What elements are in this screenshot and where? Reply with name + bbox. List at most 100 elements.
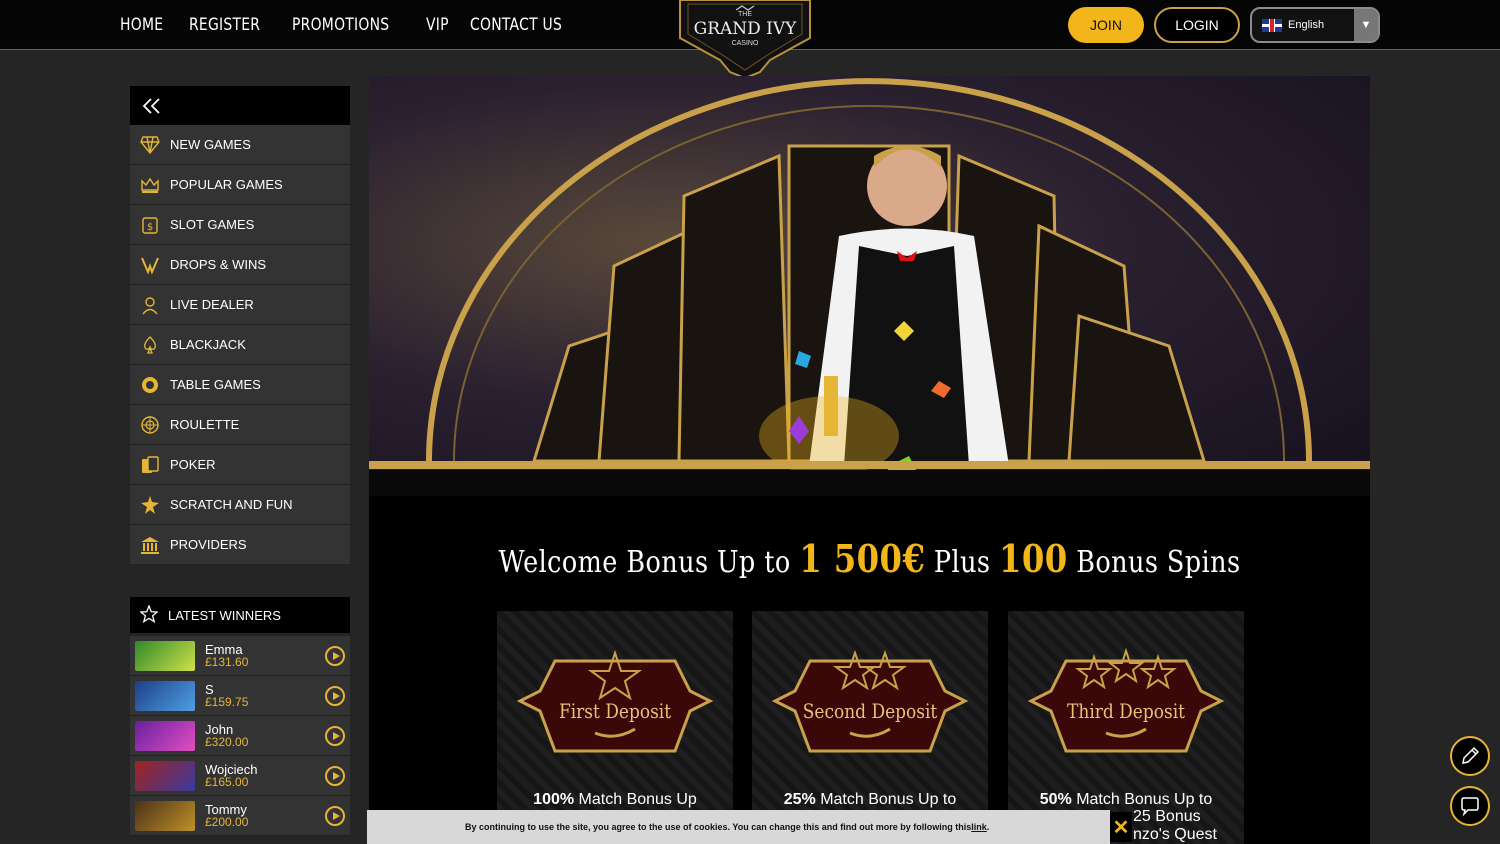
- winner-name: Wojciech: [205, 761, 258, 777]
- language-select[interactable]: English ▼: [1250, 7, 1380, 43]
- scratch-icon: [140, 495, 160, 515]
- feedback-button[interactable]: [1450, 736, 1490, 776]
- play-icon[interactable]: [325, 686, 345, 706]
- slot-machine-icon: $: [140, 215, 160, 235]
- cards-icon: [140, 455, 160, 475]
- live-chat-button[interactable]: [1450, 786, 1490, 826]
- deposit-percentage: 25%: [783, 791, 816, 808]
- winner-name: John: [205, 721, 234, 737]
- play-icon[interactable]: [325, 726, 345, 746]
- nav-register[interactable]: REGISTER: [189, 15, 260, 35]
- overlap-line-2: nzo's Quest: [1133, 826, 1217, 843]
- winner-row[interactable]: Wojciech £165.00: [130, 756, 350, 796]
- site-logo[interactable]: THE GRAND IVY CASINO: [670, 0, 820, 80]
- winner-amount: £200.00: [205, 814, 249, 829]
- sidebar-item-providers[interactable]: PROVIDERS: [130, 525, 350, 565]
- winner-name: Emma: [205, 641, 243, 657]
- game-thumbnail[interactable]: [135, 800, 195, 831]
- spade-icon: [140, 335, 160, 355]
- nav-vip[interactable]: VIP: [426, 15, 449, 35]
- bank-icon: [140, 535, 160, 555]
- game-thumbnail[interactable]: [135, 720, 195, 751]
- deposit-description: 50% Match Bonus Up to: [1008, 791, 1244, 809]
- play-icon[interactable]: [325, 766, 345, 786]
- sidebar-item-new-games[interactable]: NEW GAMES: [130, 125, 350, 165]
- sidebar-collapse-button[interactable]: [130, 86, 350, 125]
- bonus-suffix: Bonus Spins: [1076, 545, 1241, 580]
- top-navbar: HOME REGISTER PROMOTIONS VIP CONTACT US …: [0, 0, 1500, 80]
- nav-promotions[interactable]: PROMOTIONS: [292, 15, 389, 35]
- play-icon[interactable]: [325, 806, 345, 826]
- chevron-down-icon[interactable]: ▼: [1354, 9, 1378, 41]
- winner-row[interactable]: S £159.75: [130, 676, 350, 716]
- winner-amount: £320.00: [205, 734, 249, 749]
- game-thumbnail[interactable]: [135, 680, 195, 711]
- join-button[interactable]: JOIN: [1068, 7, 1144, 43]
- sidebar-item-label: PROVIDERS: [170, 537, 247, 552]
- cookie-close-button[interactable]: ✕: [1110, 812, 1132, 842]
- sidebar-item-drops-wins[interactable]: DROPS & WINS: [130, 245, 350, 285]
- sidebar-item-popular-games[interactable]: POPULAR GAMES: [130, 165, 350, 205]
- drops-icon: [140, 255, 160, 275]
- games-sidebar: NEW GAMES POPULAR GAMES $ SLOT GAMES DRO…: [130, 86, 350, 565]
- sidebar-item-label: LIVE DEALER: [170, 297, 254, 312]
- roulette-icon: [140, 415, 160, 435]
- winner-row[interactable]: John £320.00: [130, 716, 350, 756]
- winner-amount: £165.00: [205, 774, 249, 789]
- latest-winners-header: LATEST WINNERS: [130, 597, 350, 633]
- hero-banner-image[interactable]: [369, 76, 1370, 496]
- chip-icon: [140, 375, 160, 395]
- star-icon: [139, 603, 159, 626]
- winner-amount: £131.60: [205, 654, 249, 669]
- latest-winners-list: Emma £131.60 S £159.75 John £320.00 Wojciec…: [130, 636, 350, 836]
- sidebar-item-label: SCRATCH AND FUN: [170, 497, 293, 512]
- sidebar-item-blackjack[interactable]: BLACKJACK: [130, 325, 350, 365]
- main-promo-panel: Welcome Bonus Up to 1 500€ Plus 100 Bonu…: [369, 76, 1370, 844]
- sidebar-item-label: SLOT GAMES: [170, 217, 255, 232]
- main-nav: HOME REGISTER PROMOTIONS VIP CONTACT US: [120, 0, 569, 50]
- winner-row[interactable]: Tommy £200.00: [130, 796, 350, 836]
- sidebar-item-label: POKER: [170, 457, 216, 472]
- sidebar-item-live-dealer[interactable]: LIVE DEALER: [130, 285, 350, 325]
- crown-icon: [140, 175, 160, 195]
- svg-text:$: $: [147, 222, 153, 233]
- sidebar-item-table-games[interactable]: TABLE GAMES: [130, 365, 350, 405]
- winner-row[interactable]: Emma £131.60: [130, 636, 350, 676]
- login-button[interactable]: LOGIN: [1154, 7, 1240, 43]
- winner-name: Tommy: [205, 801, 247, 817]
- sidebar-item-poker[interactable]: POKER: [130, 445, 350, 485]
- deposit-label: First Deposit: [558, 699, 672, 723]
- dealer-icon: [140, 295, 160, 315]
- sidebar-item-label: DROPS & WINS: [170, 257, 267, 272]
- diamond-icon: [140, 135, 160, 155]
- deposit-desc-text: Match Bonus Up to: [1076, 791, 1213, 808]
- nav-home[interactable]: HOME: [120, 15, 163, 35]
- deposit-percentage: 100%: [533, 791, 575, 808]
- sidebar-item-scratch-and-fun[interactable]: SCRATCH AND FUN: [130, 485, 350, 525]
- bonus-spins-count: 100: [998, 536, 1068, 581]
- language-label: English: [1288, 19, 1325, 31]
- nav-contact-us[interactable]: CONTACT US: [470, 15, 562, 35]
- deposit-label: Second Deposit: [802, 699, 938, 723]
- game-thumbnail[interactable]: [135, 760, 195, 791]
- sidebar-item-slot-games[interactable]: $ SLOT GAMES: [130, 205, 350, 245]
- sidebar-item-roulette[interactable]: ROULETTE: [130, 405, 350, 445]
- deposit-percentage: 50%: [1039, 791, 1072, 808]
- uk-flag-icon: [1262, 18, 1282, 32]
- welcome-bonus-heading: Welcome Bonus Up to 1 500€ Plus 100 Bonu…: [444, 536, 1295, 581]
- double-chevron-left-icon: [142, 97, 160, 114]
- cookie-link[interactable]: link: [971, 822, 987, 832]
- deposit-description: 100% Match Bonus Up: [497, 791, 733, 809]
- deposit-label: Third Deposit: [1067, 699, 1185, 723]
- deposit-description: 25% Match Bonus Up to: [752, 791, 988, 809]
- svg-text:GRAND IVY: GRAND IVY: [694, 19, 798, 39]
- deposit-desc-text: Match Bonus Up: [578, 791, 697, 808]
- chat-bubble-icon: [1461, 797, 1479, 817]
- overlapping-promo-text: 25 Bonus nzo's Quest: [1133, 808, 1233, 844]
- winner-amount: £159.75: [205, 694, 249, 709]
- svg-text:THE: THE: [738, 11, 752, 18]
- svg-text:CASINO: CASINO: [732, 40, 759, 47]
- game-thumbnail[interactable]: [135, 640, 195, 671]
- play-icon[interactable]: [325, 646, 345, 666]
- cookie-end: .: [986, 822, 990, 832]
